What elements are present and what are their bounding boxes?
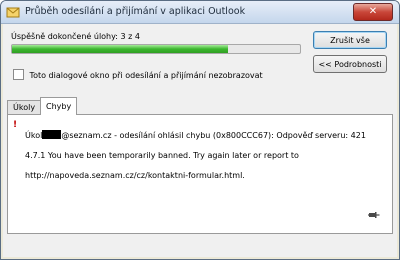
error-prefix: Úkol [25, 131, 43, 140]
dont-show-label: Toto dialogové okno při odesílání a přij… [29, 71, 263, 80]
error-line1: @seznam.cz - odesílání ohlásil chybu (0x… [61, 131, 366, 140]
title-bar[interactable]: Průběh odesílání a přijímání v aplikaci … [1, 1, 399, 24]
pin-icon[interactable] [368, 210, 380, 223]
close-icon: ✕ [368, 6, 378, 17]
dont-show-checkbox[interactable] [13, 69, 24, 80]
cancel-all-button[interactable]: Zrušit vše [313, 31, 387, 49]
errors-panel: ! Úkol @seznam.cz - odesílání ohlásil chy… [7, 114, 393, 234]
dialog-body: Úspěšně dokončené úlohy: 3 z 4 Zrušit vš… [3, 24, 397, 257]
error-message: Úkol @seznam.cz - odesílání ohlásil chybu… [25, 120, 385, 191]
tab-chyby[interactable]: Chyby [40, 97, 78, 115]
progress-fill [12, 45, 228, 53]
redacted-block [42, 130, 62, 139]
dialog-window: Průběh odesílání a přijímání v aplikaci … [0, 0, 400, 260]
progress-bar [11, 44, 301, 54]
status-label: Úspěšně dokončené úlohy: 3 z 4 [11, 32, 140, 41]
error-line2: 4.7.1 You have been temporarily banned. … [25, 151, 299, 160]
error-line3: http://napoveda.seznam.cz/cz/kontaktni-f… [25, 171, 245, 180]
error-exclamation-icon: ! [13, 120, 18, 130]
tab-ukoly[interactable]: Úkoly [7, 100, 42, 115]
window-title: Průběh odesílání a přijímání v aplikaci … [25, 6, 246, 17]
details-button[interactable]: << Podrobnosti [313, 55, 387, 73]
send-receive-icon [6, 5, 20, 19]
close-button[interactable]: ✕ [353, 3, 393, 21]
dont-show-row[interactable]: Toto dialogové okno při odesílání a přij… [13, 69, 263, 80]
